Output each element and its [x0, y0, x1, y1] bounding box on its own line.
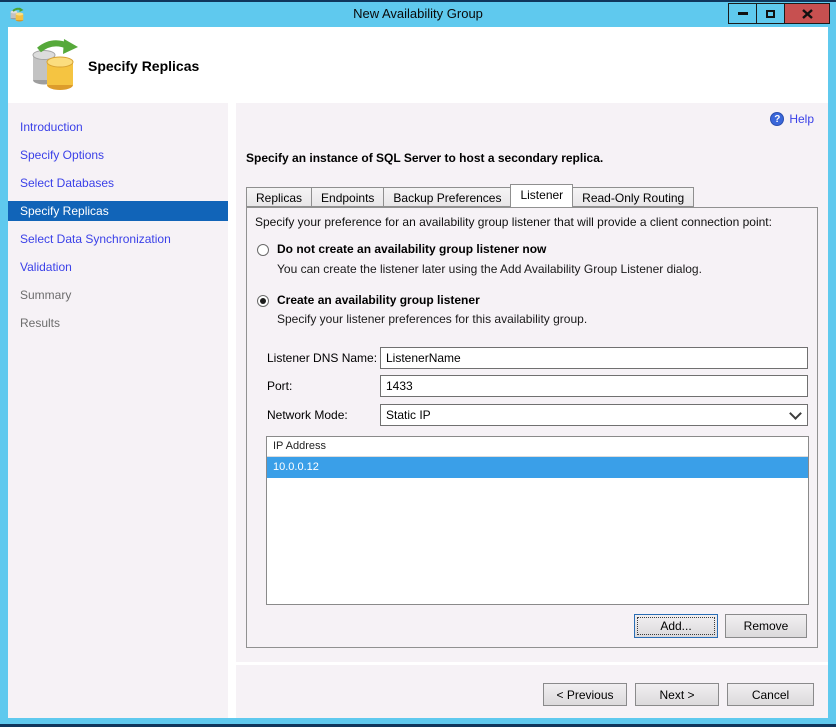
tab-read-only-routing[interactable]: Read-Only Routing: [573, 187, 695, 207]
network-mode-value: Static IP: [386, 408, 431, 422]
listener-tab-panel: Specify your preference for an availabil…: [246, 207, 818, 648]
sidebar-separator: [228, 103, 236, 718]
port-label: Port:: [267, 379, 293, 393]
minimize-button[interactable]: [728, 3, 757, 24]
chevron-down-icon: [789, 406, 802, 420]
sidebar-item-validation[interactable]: Validation: [8, 253, 228, 281]
option-create-description: Specify your listener preferences for th…: [277, 312, 588, 326]
sidebar-item-results: Results: [20, 316, 61, 330]
sidebar-item-select-databases[interactable]: Select Databases: [8, 169, 228, 197]
wizard-steps-sidebar: Introduction Specify Options Select Data…: [8, 103, 228, 718]
new-availability-group-dialog: New Availability Group Specify Replicas …: [0, 0, 836, 727]
sidebar-item-summary: Summary: [20, 288, 72, 302]
replica-databases-icon: [28, 38, 80, 92]
radio-create-listener[interactable]: [257, 295, 269, 307]
minimize-icon: [737, 12, 748, 15]
sidebar-item-select-data-synchronization[interactable]: Select Data Synchronization: [8, 225, 228, 253]
tab-listener[interactable]: Listener: [510, 184, 574, 207]
listener-instruction: Specify your preference for an availabil…: [255, 215, 772, 229]
close-icon: [801, 8, 813, 19]
cancel-button[interactable]: Cancel: [727, 683, 814, 706]
ip-address-row[interactable]: 10.0.0.12: [267, 457, 808, 478]
maximize-icon: [766, 9, 775, 18]
option-do-not-create-label[interactable]: Do not create an availability group list…: [277, 242, 546, 256]
wizard-header: Specify Replicas: [8, 27, 828, 103]
help-icon: ?: [770, 112, 785, 126]
tab-endpoints[interactable]: Endpoints: [312, 187, 385, 207]
port-input[interactable]: [380, 375, 808, 397]
add-button[interactable]: Add...: [634, 614, 718, 638]
tab-backup-preferences[interactable]: Backup Preferences: [384, 187, 512, 207]
close-button[interactable]: [784, 3, 830, 24]
option-do-not-create-description: You can create the listener later using …: [277, 262, 702, 276]
instruction-heading: Specify an instance of SQL Server to hos…: [246, 151, 604, 165]
window-title: New Availability Group: [353, 6, 483, 21]
help-label: Help: [789, 112, 814, 126]
option-create-label[interactable]: Create an availability group listener: [277, 293, 480, 307]
window-border-left: [0, 27, 8, 727]
window-controls: [728, 3, 830, 24]
network-mode-select[interactable]: Static IP: [380, 404, 808, 426]
remove-button[interactable]: Remove: [725, 614, 807, 638]
footer-separator: [236, 662, 828, 665]
listener-dns-name-input[interactable]: [380, 347, 808, 369]
sidebar-item-introduction[interactable]: Introduction: [8, 113, 228, 141]
replica-tabs: Replicas Endpoints Backup Preferences Li…: [246, 184, 695, 207]
previous-button[interactable]: < Previous: [543, 683, 627, 706]
tab-replicas[interactable]: Replicas: [246, 187, 313, 207]
main-panel: ? Help Specify an instance of SQL Server…: [236, 103, 828, 718]
window-border-right: [828, 27, 836, 727]
next-button[interactable]: Next >: [635, 683, 719, 706]
ip-address-list: IP Address 10.0.0.12: [266, 436, 809, 605]
radio-do-not-create-listener[interactable]: [257, 244, 269, 256]
page-title: Specify Replicas: [88, 58, 200, 74]
sidebar-item-specify-replicas[interactable]: Specify Replicas: [8, 201, 228, 221]
sidebar-item-specify-options[interactable]: Specify Options: [8, 141, 228, 169]
help-link[interactable]: ? Help: [770, 112, 814, 126]
maximize-button[interactable]: [756, 3, 785, 24]
network-mode-label: Network Mode:: [267, 408, 348, 422]
titlebar: New Availability Group: [0, 0, 836, 27]
ip-address-column-header: IP Address: [267, 437, 808, 457]
listener-dns-name-label: Listener DNS Name:: [267, 351, 378, 365]
